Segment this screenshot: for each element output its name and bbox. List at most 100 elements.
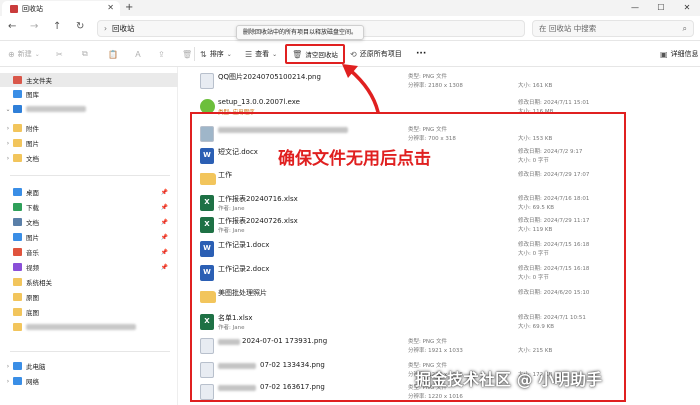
chevron-right-icon: › <box>6 139 10 147</box>
list-item[interactable]: X 名单1.xlsx 作者: Jane 修改日期: 2024/7/1 10:51… <box>178 310 700 334</box>
excel-file-icon: X <box>200 314 214 330</box>
image-file-icon <box>200 384 214 400</box>
search-input[interactable]: 在 回收站 中搜索 ⌕ <box>532 20 694 37</box>
rename-icon[interactable]: Ａ <box>134 41 145 67</box>
list-item[interactable]: X 工作报表20240726.xlsx 作者: Jane 修改日期: 2024/… <box>178 213 700 237</box>
sidebar-item-pictures-group[interactable]: › 图片 <box>0 136 178 150</box>
refresh-button[interactable]: ↻ <box>76 21 84 32</box>
documents-icon <box>13 218 22 226</box>
chevron-right-icon: › <box>6 124 10 132</box>
network-icon <box>13 377 22 385</box>
plus-circle-icon: ⊕ <box>8 49 15 59</box>
file-size: 大小: 0 字节 <box>518 158 549 164</box>
image-file-icon <box>200 338 214 354</box>
restore-icon: ⟲ <box>350 49 357 59</box>
file-size: 大小: 0 字节 <box>518 275 549 281</box>
file-size: 大小: 153 KB <box>518 136 553 142</box>
sidebar-item-downloads[interactable]: 下载 📌 <box>0 200 178 214</box>
sidebar-item-account[interactable]: ⌄ <box>0 102 178 116</box>
view-button[interactable]: ☰ 查看 ⌄ <box>245 41 280 67</box>
list-item[interactable]: setup_13.0.0.2007l.exe 类型: 应用程序 修改日期: 20… <box>178 95 700 119</box>
desktop-icon <box>13 188 22 196</box>
redacted-name <box>218 127 348 133</box>
close-button[interactable]: ✕ <box>674 0 700 16</box>
sidebar-item-pictures[interactable]: 图片 📌 <box>0 230 178 244</box>
application-icon <box>200 99 215 114</box>
sidebar-item-home[interactable]: 主文件夹 <box>0 73 178 87</box>
redacted-name <box>218 363 256 369</box>
list-item[interactable]: X 工作报表20240716.xlsx 作者: Jane 修改日期: 2024/… <box>178 191 700 215</box>
sidebar-item-desktop[interactable]: 桌面 📌 <box>0 185 178 199</box>
path-chevron-icon: › <box>104 24 107 33</box>
tab-recycle-bin[interactable]: 回收站 ✕ <box>2 1 120 16</box>
excel-file-icon: X <box>200 195 214 211</box>
folder-icon <box>200 291 216 303</box>
sidebar-item-gallery[interactable]: 图库 <box>0 87 178 101</box>
sidebar-item-redacted[interactable] <box>0 320 178 334</box>
sidebar-item-documents[interactable]: 文档 📌 <box>0 215 178 229</box>
sidebar-item-network[interactable]: › 网络 <box>0 374 178 388</box>
list-item[interactable]: 类型: PNG 文件 分辨率: 700 x 318 大小: 153 KB <box>178 122 700 146</box>
sort-icon: ⇅ <box>200 49 207 59</box>
list-item[interactable]: W 工作记录1.docx 修改日期: 2024/7/15 16:18 大小: 0… <box>178 237 700 261</box>
file-date: 修改日期: 2024/7/29 17:07 <box>518 172 590 178</box>
copy-icon[interactable]: ⧉ <box>82 41 91 67</box>
trash-icon: 🗑 <box>292 49 303 59</box>
details-label: 详细信息 <box>670 50 699 58</box>
file-date: 修改日期: 2024/7/1 10:51 <box>518 315 586 321</box>
window-controls: — ☐ ✕ <box>622 0 700 16</box>
folder-icon <box>13 293 22 301</box>
details-button[interactable]: ▣ 详细信息 <box>660 41 699 67</box>
list-item[interactable]: 2024-07-01 173931.png 类型: PNG 文件 分辨率: 19… <box>178 334 700 358</box>
more-options-button[interactable]: ··· <box>416 41 426 67</box>
file-type: 类型: PNG 文件 <box>408 339 448 345</box>
sort-button[interactable]: ⇅ 排序 ⌄ <box>200 41 235 67</box>
paste-icon[interactable]: 📋 <box>108 41 121 67</box>
sidebar-item-label: 视频 <box>26 264 39 272</box>
forward-button[interactable]: → <box>30 21 38 32</box>
sidebar-item-videos[interactable]: 视频 📌 <box>0 260 178 274</box>
sidebar-item-label: 下载 <box>26 204 39 212</box>
image-file-icon <box>200 73 214 89</box>
list-item[interactable]: QQ图片20240705100214.png 类型: PNG 文件 分辨率: 2… <box>178 69 700 93</box>
back-button[interactable]: ← <box>8 21 16 32</box>
download-icon <box>13 203 22 211</box>
sidebar-item-label: 此电脑 <box>26 363 46 371</box>
videos-icon <box>13 263 22 271</box>
sidebar-item-attachments[interactable]: › 附件 <box>0 121 178 135</box>
new-button[interactable]: ⊕ 新建 ⌄ <box>8 41 43 67</box>
folder-icon <box>200 173 216 185</box>
file-type: 类型: PNG 文件 <box>408 74 448 80</box>
navigation-pane: 主文件夹 图库 ⌄ › 附件 › 图片 › 文档 桌面 📌 下载 📌 文档 📌 <box>0 67 178 405</box>
share-icon[interactable]: ⇪ <box>158 41 168 67</box>
sidebar-item-docs-group[interactable]: › 文档 <box>0 151 178 165</box>
list-item[interactable]: 美图批处理照片 修改日期: 2024/6/20 15:10 <box>178 285 700 309</box>
search-icon: ⌕ <box>682 23 687 33</box>
file-size: 大小: 69.5 KB <box>518 205 554 211</box>
cut-icon[interactable]: ✂ <box>56 41 66 67</box>
sidebar-item-this-pc[interactable]: › 此电脑 <box>0 359 178 373</box>
up-button[interactable]: ↑ <box>53 21 61 32</box>
sidebar-item-originals[interactable]: 原图 <box>0 290 178 304</box>
path-text: 回收站 <box>112 24 135 33</box>
file-list: QQ图片20240705100214.png 类型: PNG 文件 分辨率: 2… <box>178 67 700 405</box>
list-item[interactable]: W 短文记.docx 修改日期: 2024/7/2 9:17 大小: 0 字节 <box>178 144 700 168</box>
sidebar-item-base[interactable]: 底图 <box>0 305 178 319</box>
new-tab-button[interactable]: + <box>125 2 133 13</box>
folder-icon <box>13 308 22 316</box>
sidebar-item-label: 图片 <box>26 234 39 242</box>
pin-icon: 📌 <box>160 203 168 211</box>
sidebar-item-music[interactable]: 音乐 📌 <box>0 245 178 259</box>
music-icon <box>13 248 22 256</box>
minimize-button[interactable]: — <box>622 0 648 16</box>
sidebar-item-system[interactable]: 系统相关 <box>0 275 178 289</box>
list-item[interactable]: 工作 修改日期: 2024/7/29 17:07 <box>178 167 700 191</box>
maximize-button[interactable]: ☐ <box>648 0 674 16</box>
file-size: 大小: 215 KB <box>518 348 553 354</box>
file-resolution: 分辨率: 700 x 318 <box>408 136 456 142</box>
sidebar-item-label: 网络 <box>26 378 39 386</box>
file-name: 2024-07-01 173931.png <box>242 337 328 345</box>
list-item[interactable]: W 工作记录2.docx 修改日期: 2024/7/15 16:18 大小: 0… <box>178 261 700 285</box>
tab-close-icon[interactable]: ✕ <box>107 3 114 12</box>
sidebar-item-label: 桌面 <box>26 189 39 197</box>
